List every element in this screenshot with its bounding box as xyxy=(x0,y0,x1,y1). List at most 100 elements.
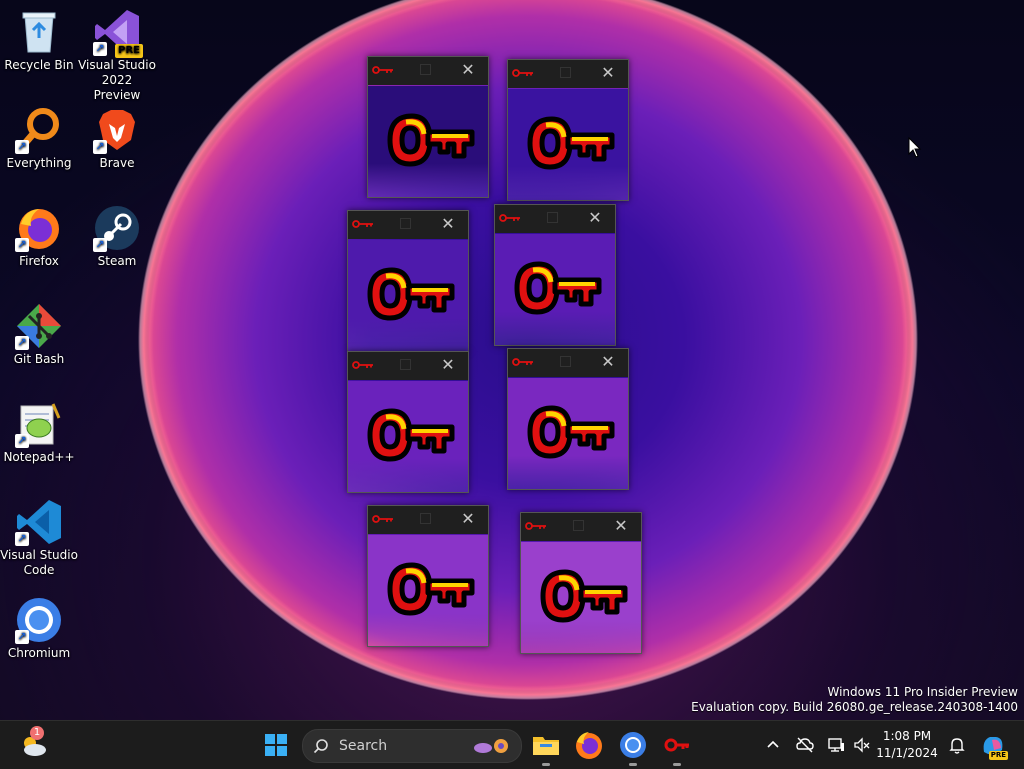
close-button[interactable]: ✕ xyxy=(585,207,605,229)
desktop-icon-label: Visual Studio 2022 Preview xyxy=(78,58,156,102)
desktop-icon-label: Chromium xyxy=(7,646,71,660)
shortcut-arrow-icon: ↗ xyxy=(93,140,107,154)
window-titlebar[interactable]: ✕ xyxy=(521,513,641,541)
mouse-cursor-icon xyxy=(908,137,922,158)
window-content xyxy=(508,378,628,489)
desktop-icon-label: Recycle Bin xyxy=(4,58,74,72)
key-window[interactable]: ✕ xyxy=(507,59,629,201)
key-window[interactable]: ✕ xyxy=(520,512,642,654)
desktop-icon-label: Everything xyxy=(6,156,72,170)
key-window[interactable]: ✕ xyxy=(347,210,469,352)
desktop-icon-everything[interactable]: ↗ Everything xyxy=(0,106,78,171)
start-button[interactable] xyxy=(260,729,292,761)
weather-widget-button[interactable]: 1 xyxy=(18,726,50,761)
running-indicator xyxy=(673,763,681,766)
window-key-icon xyxy=(352,220,373,228)
close-button[interactable]: ✕ xyxy=(458,508,478,530)
window-content xyxy=(368,86,488,197)
taskbar-clock[interactable]: 1:08 PM 11/1/2024 xyxy=(876,728,938,762)
os-watermark: Windows 11 Pro Insider Preview Evaluatio… xyxy=(691,685,1018,715)
close-button[interactable]: ✕ xyxy=(598,62,618,84)
desktop-icon-label: Notepad++ xyxy=(3,450,75,464)
network-tray-button[interactable] xyxy=(826,735,846,755)
taskbar-file-explorer[interactable] xyxy=(530,729,562,766)
volume-tray-button[interactable] xyxy=(852,735,872,755)
window-titlebar[interactable]: ✕ xyxy=(495,205,615,233)
desktop-icon-firefox[interactable]: ↗ Firefox xyxy=(0,204,78,269)
window-titlebar[interactable]: ✕ xyxy=(368,506,488,534)
close-button[interactable]: ✕ xyxy=(598,351,618,373)
window-titlebar[interactable]: ✕ xyxy=(508,349,628,377)
desktop-icon-label: Brave xyxy=(99,156,135,170)
taskbar-key-app[interactable] xyxy=(661,729,693,766)
window-key-icon xyxy=(525,522,546,530)
window-content xyxy=(521,542,641,653)
close-button[interactable]: ✕ xyxy=(438,213,458,235)
taskbar-firefox[interactable] xyxy=(573,729,605,761)
key-window[interactable]: ✕ xyxy=(507,348,629,490)
maximize-button[interactable] xyxy=(547,212,558,223)
desktop-icon-notepad-plus-plus[interactable]: ↗ Notepad++ xyxy=(0,400,78,465)
copilot-button[interactable]: PRE xyxy=(980,732,1008,760)
desktop-icon-label: Git Bash xyxy=(13,352,65,366)
key-app-icon xyxy=(664,738,689,752)
desktop-icon-label: Steam xyxy=(97,254,137,268)
maximize-button[interactable] xyxy=(573,520,584,531)
key-icon xyxy=(367,408,455,462)
maximize-button[interactable] xyxy=(400,218,411,229)
desktop-icon-git-bash[interactable]: ↗ Git Bash xyxy=(0,302,78,367)
onedrive-tray-button[interactable] xyxy=(795,735,815,755)
key-icon xyxy=(527,405,615,459)
copilot-preview-badge: PRE xyxy=(988,751,1008,760)
close-button[interactable]: ✕ xyxy=(611,515,631,537)
taskbar: 1 Search 1:08 PM 11/1/2024 PRE xyxy=(0,720,1024,769)
search-placeholder: Search xyxy=(339,738,388,754)
close-button[interactable]: ✕ xyxy=(438,354,458,376)
shortcut-arrow-icon: ↗ xyxy=(93,42,107,56)
desktop-icon-visual-studio-preview[interactable]: PRE ↗ Visual Studio 2022 Preview xyxy=(78,8,156,103)
brave-browser-icon: ↗ xyxy=(93,106,141,154)
notification-bell-icon xyxy=(949,738,965,754)
key-icon xyxy=(387,562,475,616)
maximize-button[interactable] xyxy=(560,67,571,78)
close-button[interactable]: ✕ xyxy=(458,59,478,81)
desktop-icon-vscode[interactable]: ↗ Visual Studio Code xyxy=(0,498,78,578)
key-icon xyxy=(367,267,455,321)
window-titlebar[interactable]: ✕ xyxy=(348,352,468,380)
window-titlebar[interactable]: ✕ xyxy=(348,211,468,239)
window-titlebar[interactable]: ✕ xyxy=(368,57,488,85)
window-key-icon xyxy=(512,69,533,77)
desktop-icon-brave[interactable]: ↗ Brave xyxy=(78,106,156,171)
running-indicator xyxy=(629,763,637,766)
key-window[interactable]: ✕ xyxy=(494,204,616,346)
maximize-button[interactable] xyxy=(560,356,571,367)
key-icon xyxy=(514,261,602,315)
watermark-line-2: Evaluation copy. Build 26080.ge_release.… xyxy=(691,700,1018,714)
running-indicator xyxy=(542,763,550,766)
notifications-button[interactable] xyxy=(947,735,967,755)
maximize-button[interactable] xyxy=(400,359,411,370)
show-hidden-icons-button[interactable] xyxy=(763,735,783,755)
taskbar-chromium[interactable] xyxy=(617,729,649,766)
shortcut-arrow-icon: ↗ xyxy=(15,140,29,154)
firefox-icon: ↗ xyxy=(15,204,63,252)
key-icon xyxy=(540,569,628,623)
window-content xyxy=(348,240,468,351)
maximize-button[interactable] xyxy=(420,64,431,75)
maximize-button[interactable] xyxy=(420,513,431,524)
windows-start-icon xyxy=(265,734,287,756)
key-window[interactable]: ✕ xyxy=(347,351,469,493)
taskbar-search-box[interactable]: Search xyxy=(302,729,522,763)
clock-date: 11/1/2024 xyxy=(876,746,938,760)
window-content xyxy=(508,89,628,200)
speaker-muted-icon xyxy=(854,737,870,753)
desktop-icon-steam[interactable]: ↗ Steam xyxy=(78,204,156,269)
desktop-icon-recycle-bin[interactable]: Recycle Bin xyxy=(0,8,78,73)
key-window[interactable]: ✕ xyxy=(367,56,489,198)
chromium-icon xyxy=(620,732,646,758)
window-titlebar[interactable]: ✕ xyxy=(508,60,628,88)
desktop-icon-label: Visual Studio Code xyxy=(0,548,78,577)
desktop-icon-chromium[interactable]: ↗ Chromium xyxy=(0,596,78,661)
key-window[interactable]: ✕ xyxy=(367,505,489,647)
notepad-plus-plus-icon: ↗ xyxy=(15,400,63,448)
